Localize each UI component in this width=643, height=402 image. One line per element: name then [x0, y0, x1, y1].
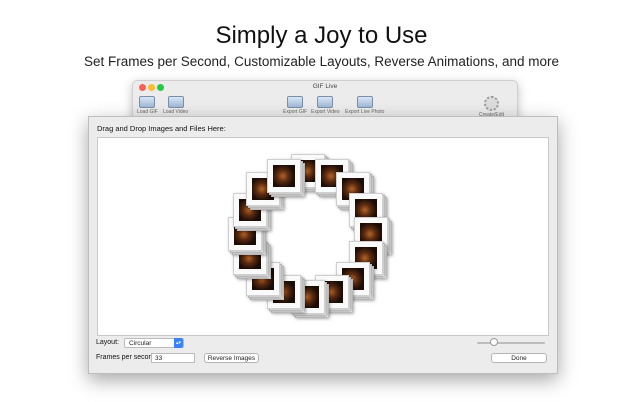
promo-subheadline: Set Frames per Second, Customizable Layo…	[84, 54, 559, 69]
frame-thumbnail	[266, 158, 301, 193]
fps-label: Frames per second:	[96, 354, 159, 361]
circular-frame-layout	[98, 138, 548, 335]
done-button[interactable]: Done	[491, 353, 547, 363]
export-gif-button[interactable]: Export GIF	[283, 96, 307, 115]
window-title: GIF Live	[312, 83, 338, 90]
load-gif-button[interactable]: Load GIF	[137, 96, 158, 115]
select-arrows-icon: ▴▾	[174, 338, 183, 348]
drop-area[interactable]	[97, 137, 549, 336]
promo-headline: Simply a Joy to Use	[215, 22, 428, 49]
layout-select-value: Circular	[129, 340, 152, 347]
export-live-photo-label: Export Live Photo	[345, 109, 385, 115]
window-titlebar: GIF Live	[133, 81, 517, 95]
load-gif-icon	[139, 96, 156, 108]
load-gif-label: Load GIF	[137, 109, 158, 115]
fps-field[interactable]: 33	[151, 353, 195, 363]
export-gif-icon	[287, 96, 304, 108]
export-video-button[interactable]: Export Video	[311, 96, 340, 115]
drop-sheet: Drag and Drop Images and Files Here:	[88, 116, 558, 374]
reverse-images-button[interactable]: Reverse Images	[204, 353, 259, 363]
drop-area-label: Drag and Drop Images and Files Here:	[97, 124, 226, 133]
export-video-icon	[317, 96, 334, 108]
create-edit-button[interactable]: Create/Edit	[479, 96, 504, 118]
size-slider-knob[interactable]	[490, 338, 498, 346]
export-gif-label: Export GIF	[283, 109, 308, 115]
export-video-label: Export Video	[311, 109, 340, 115]
export-live-photo-button[interactable]: Export Live Photo	[345, 96, 384, 115]
export-live-photo-icon	[356, 96, 373, 108]
layout-label: Layout:	[96, 339, 119, 346]
load-video-label: Load Video	[163, 109, 189, 115]
size-slider-track[interactable]	[477, 342, 545, 344]
gear-icon	[484, 96, 499, 111]
frame-image	[272, 164, 295, 187]
load-video-button[interactable]: Load Video	[163, 96, 188, 115]
load-video-icon	[167, 96, 184, 108]
layout-select[interactable]: Circular ▴▾	[124, 338, 184, 348]
